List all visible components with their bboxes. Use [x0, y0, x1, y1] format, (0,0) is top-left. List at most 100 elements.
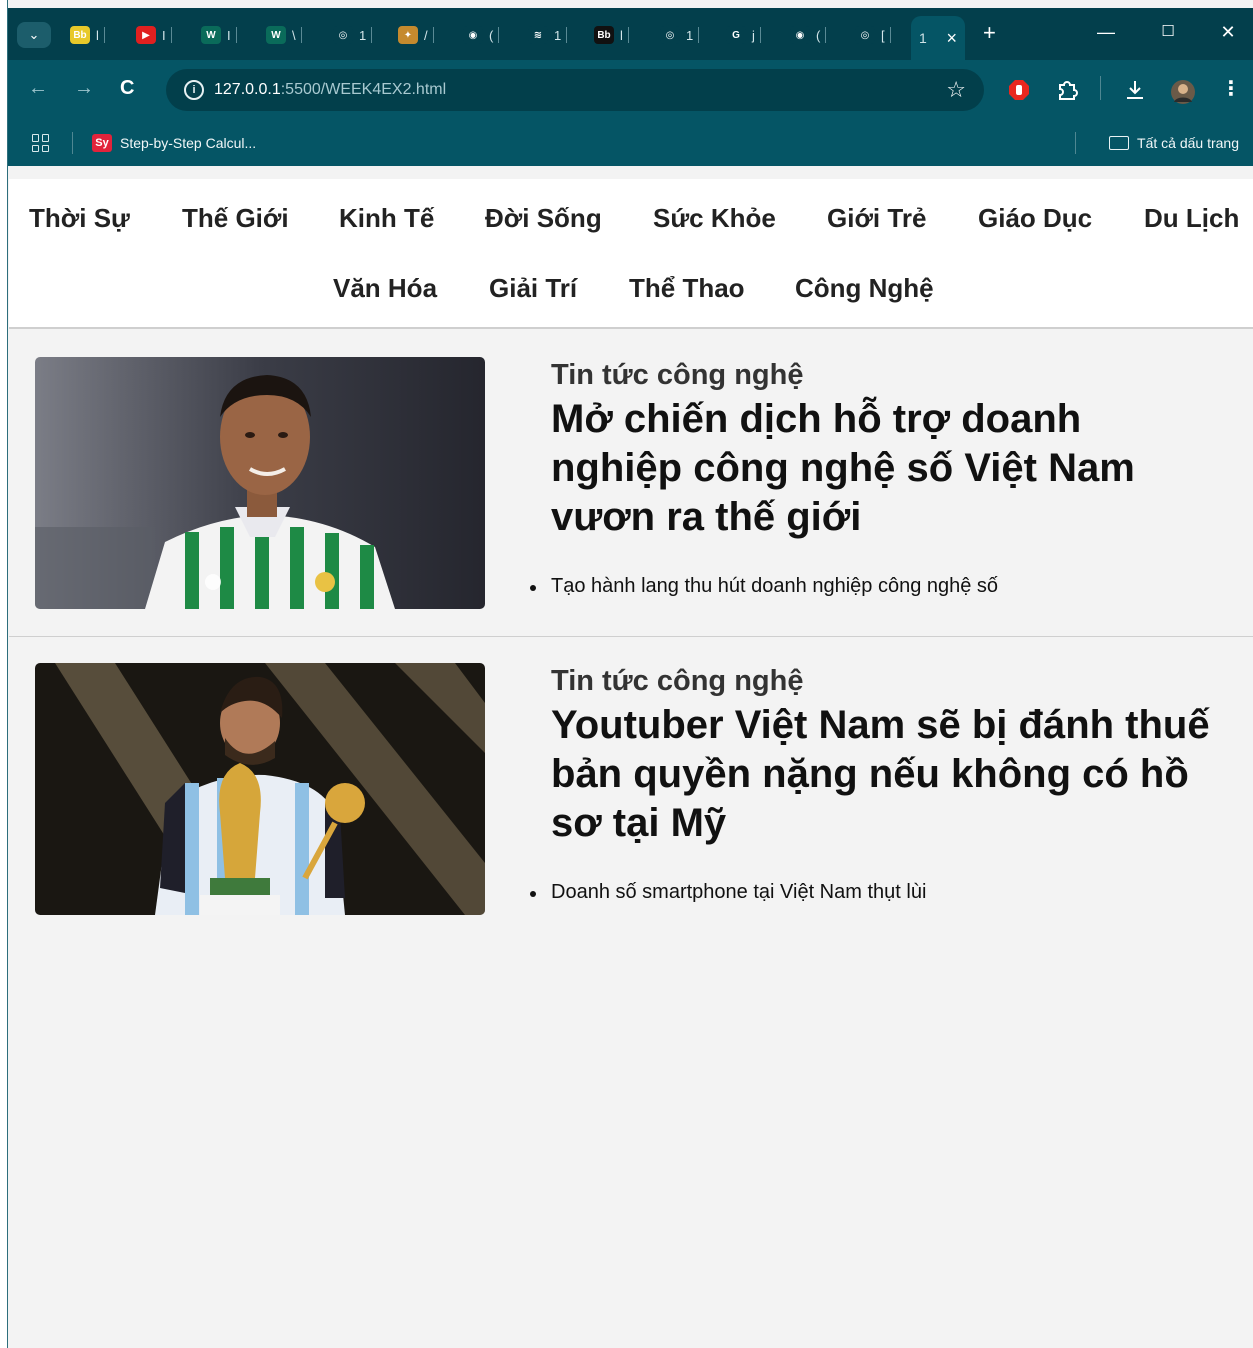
nav-item[interactable]: Thời Sự — [29, 203, 130, 234]
tab-title: I — [162, 27, 166, 43]
tab-title: / — [424, 27, 428, 43]
tab-divider — [759, 27, 761, 43]
browser-tab[interactable]: ◎ 1 — [333, 20, 373, 50]
tab-active[interactable]: 1 × — [911, 16, 965, 60]
extensions-puzzle-icon[interactable] — [1056, 79, 1078, 105]
all-bookmarks-label: Tất cả dấu trang — [1137, 135, 1239, 151]
window-edge — [0, 0, 8, 1348]
article-category[interactable]: Tin tức công nghệ — [551, 359, 803, 392]
tab-divider — [300, 27, 302, 43]
bookmark-star-icon[interactable]: ☆ — [946, 77, 966, 103]
tab-search-button[interactable]: ⌄ — [17, 22, 51, 48]
browser-tab[interactable]: ◎[ — [855, 20, 891, 50]
tab-favicon: G — [726, 26, 746, 44]
url-path: :5500/WEEK4EX2.html — [280, 81, 447, 98]
nav-item[interactable]: Giới Trẻ — [827, 203, 926, 234]
nav-item[interactable]: Văn Hóa — [333, 273, 437, 304]
tab-divider — [371, 27, 373, 43]
maximize-button[interactable]: ☐ — [1153, 22, 1183, 40]
nav-item[interactable]: Thể Thao — [629, 273, 745, 304]
browser-tab[interactable]: ◉( — [463, 20, 500, 50]
category-nav: Thời Sự Thế Giới Kinh Tế Đời Sống Sức Khỏe Gi… — [9, 179, 1253, 329]
article-thumbnail-messi[interactable] — [35, 663, 485, 915]
url-text[interactable]: 127.0.0.1:5500/WEEK4EX2.html — [214, 81, 446, 99]
related-link[interactable]: Doanh số smartphone tại Việt Nam thụt lù… — [529, 881, 926, 904]
forward-icon[interactable]: → — [74, 78, 94, 98]
reload-icon[interactable]: C — [120, 78, 134, 98]
tab-title: ( — [816, 27, 821, 43]
tab-favicon: ◎ — [333, 26, 353, 44]
tab-title: \ — [292, 27, 296, 43]
site-info-icon[interactable]: i — [184, 80, 204, 100]
tab-strip: ⌄ Bb l ▶ I W I W \ ◎ 1 ✦ / ◉(≋ 1 Bb l ◎ 1 Gj ◉(◎[ 1 × + — ☐… — [8, 8, 1253, 60]
article-card[interactable]: Tin tức công nghệ Youtuber Việt Nam sẽ b… — [9, 637, 1253, 943]
nav-item[interactable]: Sức Khỏe — [653, 203, 776, 234]
tab-title: ( — [489, 27, 494, 43]
bookmark-item[interactable]: Sy Step-by-Step Calcul... — [92, 131, 256, 155]
browser-tab[interactable]: Gj — [726, 20, 761, 50]
extension-adblock-icon[interactable] — [1008, 79, 1030, 105]
browser-tab[interactable]: Bb l — [70, 20, 105, 50]
profile-avatar[interactable] — [1170, 79, 1196, 109]
page-content: Thời Sự Thế Giới Kinh Tế Đời Sống Sức Khỏe Gi… — [9, 166, 1253, 1348]
browser-tab[interactable]: Bb l — [594, 20, 629, 50]
address-bar[interactable]: i 127.0.0.1:5500/WEEK4EX2.html ☆ — [166, 69, 984, 111]
tab-title: 1 — [359, 27, 367, 43]
chevron-down-icon: ⌄ — [28, 27, 40, 42]
bookmark-favicon: Sy — [92, 134, 112, 152]
tab-divider — [627, 27, 629, 43]
nav-item[interactable]: Giáo Dục — [978, 203, 1092, 234]
browser-tab[interactable]: WI — [201, 20, 237, 50]
article-category[interactable]: Tin tức công nghệ — [551, 665, 803, 698]
browser-tab[interactable]: ✦ / — [398, 20, 434, 50]
article-related-list: Tạo hành lang thu hút doanh nghiệp công … — [529, 575, 998, 598]
tab-divider — [825, 27, 827, 43]
browser-window: ⌄ Bb l ▶ I W I W \ ◎ 1 ✦ / ◉(≋ 1 Bb l ◎ 1 Gj ◉(◎[ 1 × + — ☐… — [0, 0, 1253, 1348]
tab-title: 1 — [686, 27, 694, 43]
tab-title: I — [227, 27, 231, 43]
bookmarks-divider — [72, 132, 73, 154]
browser-tab[interactable]: ◎ 1 — [660, 20, 700, 50]
article-headline[interactable]: Youtuber Việt Nam sẽ bị đánh thuế bản qu… — [551, 701, 1211, 848]
browser-tab[interactable]: ▶ I — [136, 20, 172, 50]
minimize-button[interactable]: — — [1091, 22, 1121, 43]
tab-divider — [103, 27, 105, 43]
back-icon[interactable]: ← — [28, 78, 48, 98]
close-icon[interactable]: × — [946, 28, 957, 49]
close-window-button[interactable]: ✕ — [1213, 22, 1243, 43]
all-bookmarks-button[interactable]: Tất cả dấu trang — [1109, 131, 1239, 155]
download-icon[interactable] — [1124, 79, 1146, 105]
browser-tab[interactable]: W \ — [266, 20, 302, 50]
toolbar-divider — [1100, 76, 1101, 100]
browser-chrome: ⌄ Bb l ▶ I W I W \ ◎ 1 ✦ / ◉(≋ 1 Bb l ◎ 1 Gj ◉(◎[ 1 × + — ☐… — [8, 8, 1253, 166]
article-headline[interactable]: Mở chiến dịch hỗ trợ doanh nghiệp công n… — [551, 395, 1211, 542]
tab-favicon: W — [201, 26, 221, 44]
tab-title: 1 — [554, 27, 562, 43]
tab-favicon: ◉ — [463, 26, 483, 44]
tab-favicon: Bb — [594, 26, 614, 44]
nav-item[interactable]: Giải Trí — [489, 273, 577, 304]
article-related-list: Doanh số smartphone tại Việt Nam thụt lù… — [529, 881, 926, 904]
folder-icon — [1109, 136, 1130, 150]
tab-divider — [235, 27, 237, 43]
tab-title: j — [752, 27, 755, 43]
nav-item[interactable]: Kinh Tế — [339, 203, 434, 234]
apps-grid-icon[interactable] — [32, 134, 50, 152]
tab-divider — [889, 27, 891, 43]
menu-kebab-icon[interactable]: ⋮ — [1221, 79, 1241, 99]
browser-tab[interactable]: ≋ 1 — [528, 20, 568, 50]
tab-title: 1 — [919, 30, 927, 46]
tab-favicon: ✦ — [398, 26, 418, 44]
new-tab-button[interactable]: + — [983, 22, 996, 44]
tab-favicon: ≋ — [528, 26, 548, 44]
nav-item[interactable]: Đời Sống — [485, 203, 602, 234]
nav-item[interactable]: Công Nghệ — [795, 273, 934, 304]
nav-item[interactable]: Du Lịch — [1144, 203, 1239, 234]
tab-favicon: ◎ — [660, 26, 680, 44]
nav-item[interactable]: Thế Giới — [182, 203, 289, 234]
bookmarks-divider-right — [1075, 132, 1076, 154]
article-card[interactable]: Tin tức công nghệ Mở chiến dịch hỗ trợ d… — [9, 331, 1253, 637]
browser-tab[interactable]: ◉( — [790, 20, 827, 50]
article-thumbnail-antony[interactable] — [35, 357, 485, 609]
related-link[interactable]: Tạo hành lang thu hút doanh nghiệp công … — [529, 575, 998, 598]
